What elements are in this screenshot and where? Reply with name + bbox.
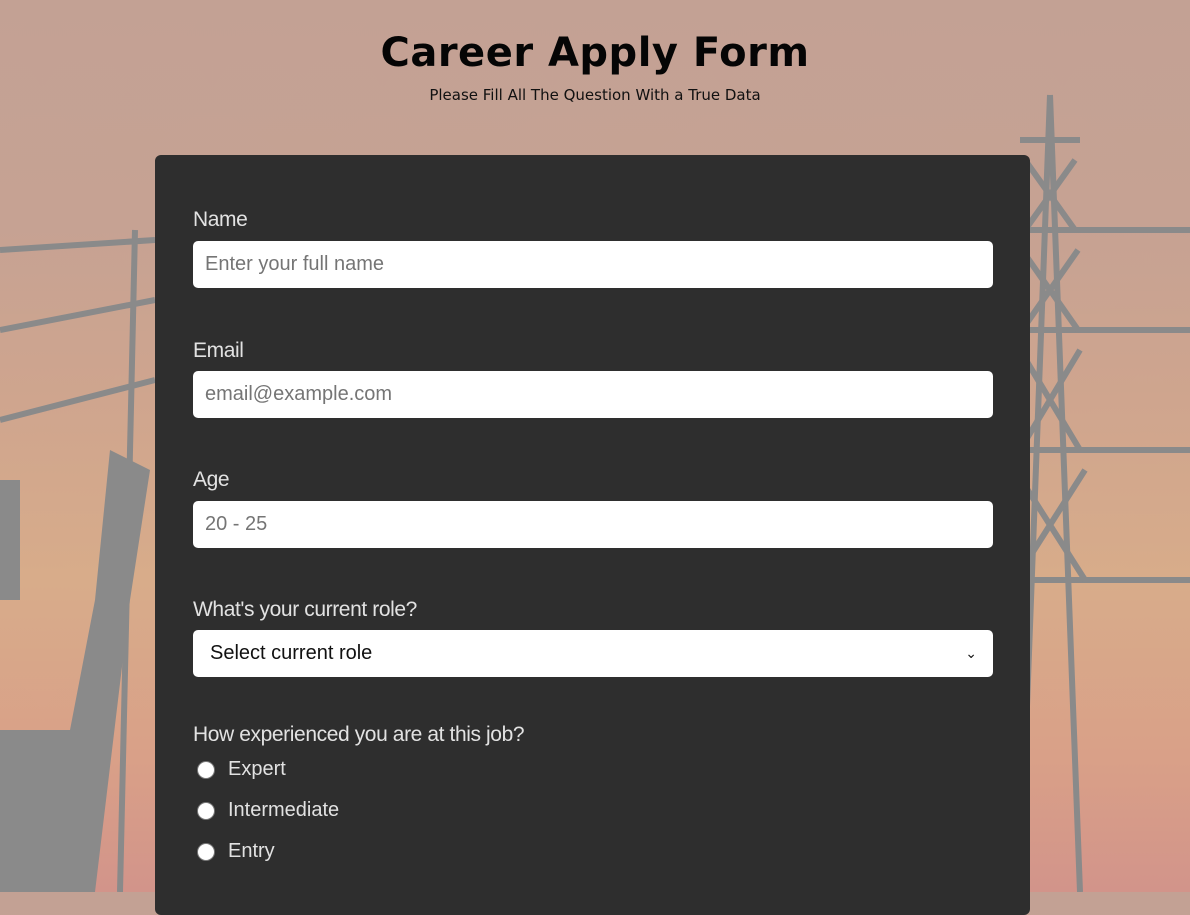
page-title: Career Apply Form: [380, 30, 810, 76]
radio-label: Expert: [228, 758, 286, 780]
application-form: Name Email Age What's your current role?…: [155, 155, 1030, 915]
email-input[interactable]: [193, 371, 993, 418]
page-subtitle: Please Fill All The Question With a True…: [429, 86, 761, 104]
age-label: Age: [193, 468, 230, 491]
name-input[interactable]: [193, 241, 993, 288]
name-label: Name: [193, 208, 248, 231]
radio-entry[interactable]: Entry: [197, 840, 275, 863]
radio-button[interactable]: [197, 760, 215, 779]
radio-button[interactable]: [197, 801, 215, 820]
radio-label: Intermediate: [228, 799, 340, 821]
radio-intermediate[interactable]: Intermediate: [197, 799, 339, 822]
radio-label: Entry: [228, 840, 275, 862]
radio-expert[interactable]: Expert: [197, 758, 286, 781]
page-header: Career Apply Form Please Fill All The Qu…: [0, 30, 1190, 104]
experience-label: How experienced you are at this job?: [193, 723, 525, 746]
email-label: Email: [193, 339, 244, 362]
chevron-down-icon: ⌄: [965, 645, 977, 661]
radio-button[interactable]: [197, 842, 215, 861]
role-label: What's your current role?: [193, 598, 417, 621]
age-input[interactable]: [193, 501, 993, 548]
role-select-value: Select current role: [210, 642, 373, 664]
role-select[interactable]: Select current role ⌄: [193, 630, 993, 677]
